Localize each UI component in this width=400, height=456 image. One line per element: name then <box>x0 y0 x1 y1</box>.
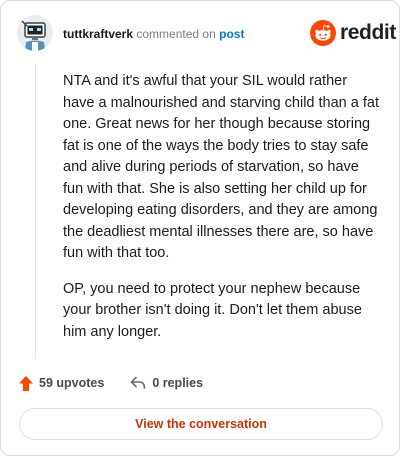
comment-body: NTA and it's awful that your SIL would r… <box>63 71 379 357</box>
comment-embed-card: tuttkraftverk commented on post reddit N… <box>0 0 400 456</box>
comment-username[interactable]: tuttkraftverk <box>63 27 133 41</box>
comment-footer: 59 upvotes 0 replies <box>19 373 203 393</box>
reply-count: 0 replies <box>152 376 204 390</box>
comment-paragraph: NTA and it's awful that your SIL would r… <box>63 73 379 261</box>
reddit-snoo-icon <box>310 20 336 46</box>
reddit-wordmark: reddit <box>340 21 396 44</box>
reddit-logo[interactable]: reddit <box>310 20 396 46</box>
upvote-arrow-icon <box>19 375 33 391</box>
user-avatar[interactable] <box>17 15 53 51</box>
replies-button[interactable]: 0 replies <box>130 376 203 390</box>
comment-action-text: commented on <box>136 27 216 41</box>
robot-avatar-icon <box>17 15 53 51</box>
view-conversation-button[interactable]: View the conversation <box>19 408 383 440</box>
upvote-button[interactable]: 59 upvotes <box>19 375 105 391</box>
comment-paragraph: OP, you need to protect your nephew beca… <box>63 280 362 340</box>
thread-line <box>35 63 36 359</box>
upvote-count: 59 upvotes <box>39 376 105 390</box>
reply-arrow-icon <box>131 376 146 389</box>
comment-byline: tuttkraftverk commented on post <box>63 27 244 41</box>
post-link[interactable]: post <box>219 27 244 41</box>
comment-header: tuttkraftverk commented on post reddit <box>1 1 399 63</box>
